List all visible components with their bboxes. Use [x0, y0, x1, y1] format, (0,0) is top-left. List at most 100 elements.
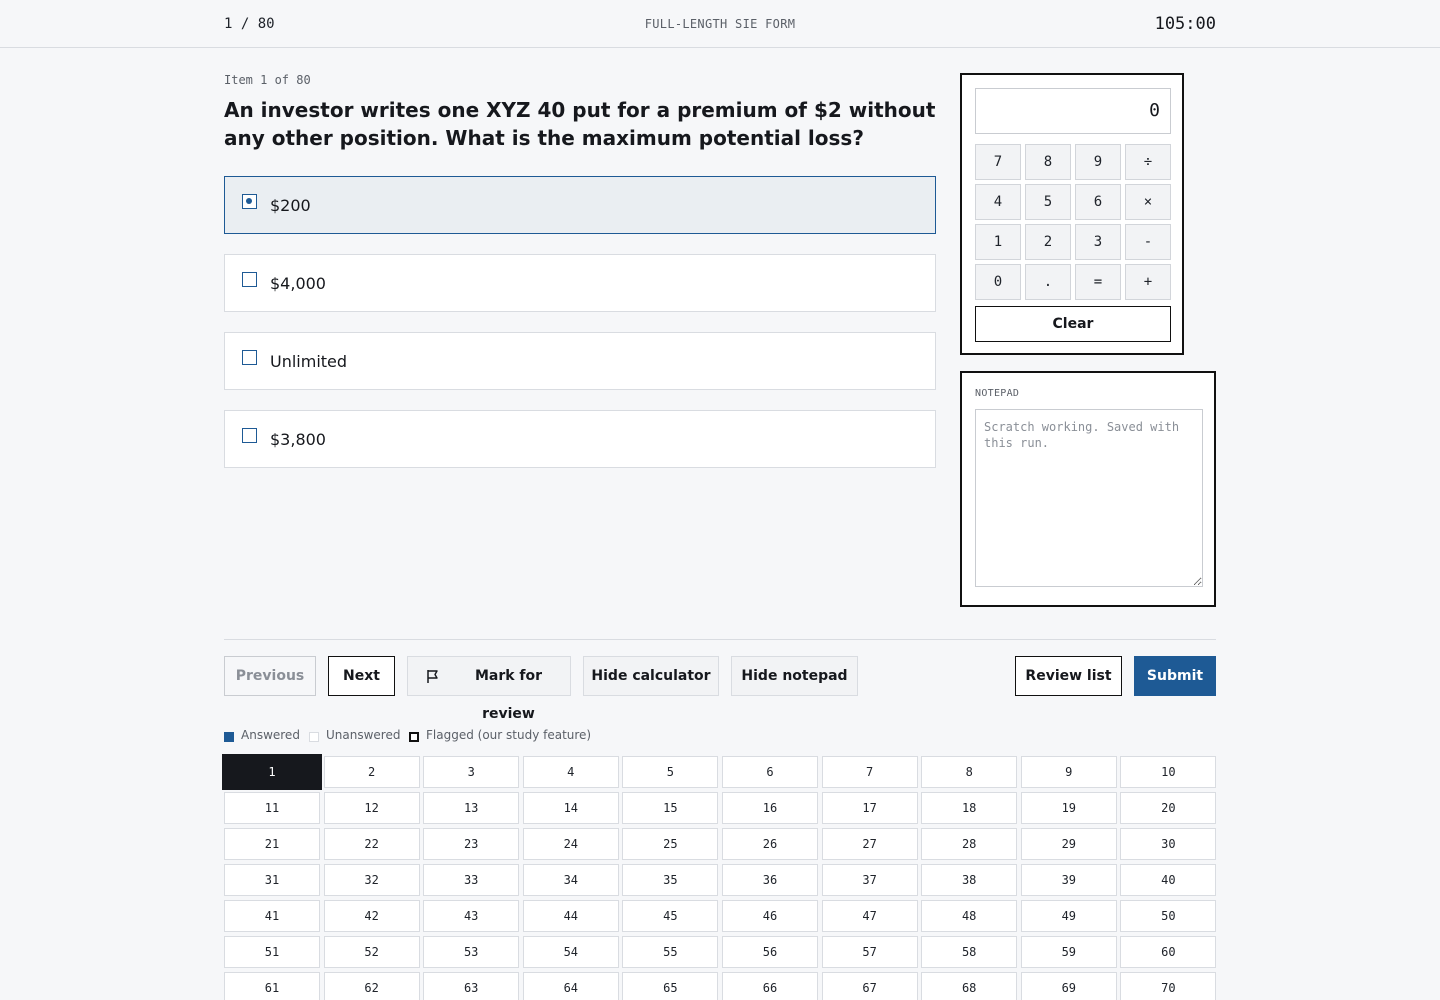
- navigator-cell[interactable]: 33: [423, 864, 520, 896]
- navigator-cell[interactable]: 10: [1120, 756, 1217, 788]
- option-radio[interactable]: [242, 428, 257, 443]
- navigator-cell[interactable]: 4: [522, 756, 619, 788]
- mark-for-review-button[interactable]: Mark for review: [407, 656, 571, 722]
- navigator-cell[interactable]: 25: [622, 828, 719, 860]
- navigator-cell[interactable]: 47: [821, 900, 918, 932]
- navigator-cell[interactable]: 57: [821, 936, 918, 968]
- navigator-cell[interactable]: 67: [821, 972, 918, 1000]
- option-radio[interactable]: [242, 350, 257, 365]
- navigator-cell[interactable]: 48: [921, 900, 1018, 932]
- navigator-cell[interactable]: 39: [1020, 864, 1117, 896]
- navigator-cell[interactable]: 1: [222, 754, 322, 790]
- navigator-cell[interactable]: 28: [921, 828, 1018, 860]
- navigator-cell[interactable]: 23: [423, 828, 520, 860]
- navigator-cell[interactable]: 64: [522, 972, 619, 1000]
- navigator-cell[interactable]: 62: [323, 972, 420, 1000]
- navigator-cell[interactable]: 15: [622, 792, 719, 824]
- navigator-cell[interactable]: 58: [921, 936, 1018, 968]
- calculator-key[interactable]: 0: [975, 264, 1021, 300]
- navigator-cell[interactable]: 63: [423, 972, 520, 1000]
- navigator-cell[interactable]: 22: [323, 828, 420, 860]
- navigator-cell[interactable]: 42: [323, 900, 420, 932]
- navigator-cell[interactable]: 56: [722, 936, 818, 968]
- notepad-textarea[interactable]: [975, 409, 1203, 587]
- navigator-cell[interactable]: 45: [622, 900, 719, 932]
- navigator-cell[interactable]: 26: [722, 828, 818, 860]
- navigator-cell[interactable]: 51: [224, 936, 320, 968]
- calculator-key[interactable]: .: [1025, 264, 1071, 300]
- calculator-key[interactable]: 9: [1075, 144, 1121, 180]
- navigator-cell[interactable]: 37: [821, 864, 918, 896]
- navigator-cell[interactable]: 19: [1020, 792, 1117, 824]
- navigator-cell[interactable]: 46: [722, 900, 818, 932]
- navigator-cell[interactable]: 61: [224, 972, 320, 1000]
- navigator-cell[interactable]: 53: [423, 936, 520, 968]
- calculator-key[interactable]: 4: [975, 184, 1021, 220]
- navigator-cell[interactable]: 50: [1120, 900, 1217, 932]
- calculator-key[interactable]: 1: [975, 224, 1021, 260]
- navigator-cell[interactable]: 70: [1120, 972, 1217, 1000]
- navigator-cell[interactable]: 9: [1020, 756, 1117, 788]
- navigator-cell[interactable]: 31: [224, 864, 320, 896]
- calculator-key[interactable]: =: [1075, 264, 1121, 300]
- navigator-cell[interactable]: 52: [323, 936, 420, 968]
- calculator-key[interactable]: 3: [1075, 224, 1121, 260]
- navigator-cell[interactable]: 36: [722, 864, 818, 896]
- navigator-cell[interactable]: 5: [622, 756, 719, 788]
- navigator-cell[interactable]: 24: [522, 828, 619, 860]
- navigator-cell[interactable]: 38: [921, 864, 1018, 896]
- navigator-cell[interactable]: 16: [722, 792, 818, 824]
- navigator-cell[interactable]: 7: [821, 756, 918, 788]
- navigator-cell[interactable]: 69: [1020, 972, 1117, 1000]
- navigator-cell[interactable]: 12: [323, 792, 420, 824]
- navigator-cell[interactable]: 54: [522, 936, 619, 968]
- navigator-cell[interactable]: 65: [622, 972, 719, 1000]
- navigator-cell[interactable]: 11: [224, 792, 320, 824]
- navigator-cell[interactable]: 18: [921, 792, 1018, 824]
- calculator-key[interactable]: ÷: [1125, 144, 1171, 180]
- navigator-cell[interactable]: 68: [921, 972, 1018, 1000]
- navigator-cell[interactable]: 14: [522, 792, 619, 824]
- hide-notepad-button[interactable]: Hide notepad: [731, 656, 858, 696]
- navigator-cell[interactable]: 8: [921, 756, 1018, 788]
- calculator-key[interactable]: 6: [1075, 184, 1121, 220]
- navigator-cell[interactable]: 43: [423, 900, 520, 932]
- navigator-cell[interactable]: 6: [722, 756, 818, 788]
- navigator-cell[interactable]: 40: [1120, 864, 1217, 896]
- navigator-cell[interactable]: 13: [423, 792, 520, 824]
- calculator-key[interactable]: ×: [1125, 184, 1171, 220]
- navigator-cell[interactable]: 32: [323, 864, 420, 896]
- navigator-cell[interactable]: 49: [1020, 900, 1117, 932]
- calculator-clear-button[interactable]: Clear: [975, 306, 1171, 342]
- calculator-key[interactable]: 5: [1025, 184, 1071, 220]
- review-list-button[interactable]: Review list: [1015, 656, 1122, 696]
- previous-button[interactable]: Previous: [224, 656, 316, 696]
- navigator-cell[interactable]: 55: [622, 936, 719, 968]
- navigator-cell[interactable]: 59: [1020, 936, 1117, 968]
- navigator-cell[interactable]: 2: [323, 756, 420, 788]
- navigator-cell[interactable]: 60: [1120, 936, 1217, 968]
- answer-option[interactable]: Unlimited: [224, 332, 936, 390]
- navigator-cell[interactable]: 66: [722, 972, 818, 1000]
- navigator-cell[interactable]: 21: [224, 828, 320, 860]
- navigator-cell[interactable]: 41: [224, 900, 320, 932]
- navigator-cell[interactable]: 29: [1020, 828, 1117, 860]
- calculator-key[interactable]: 7: [975, 144, 1021, 180]
- calculator-key[interactable]: 2: [1025, 224, 1071, 260]
- navigator-cell[interactable]: 27: [821, 828, 918, 860]
- submit-button[interactable]: Submit: [1134, 656, 1216, 696]
- answer-option[interactable]: $4,000: [224, 254, 936, 312]
- answer-option[interactable]: $200: [224, 176, 936, 234]
- navigator-cell[interactable]: 17: [821, 792, 918, 824]
- navigator-cell[interactable]: 20: [1120, 792, 1217, 824]
- calculator-key[interactable]: 8: [1025, 144, 1071, 180]
- navigator-cell[interactable]: 30: [1120, 828, 1217, 860]
- navigator-cell[interactable]: 34: [522, 864, 619, 896]
- next-button[interactable]: Next: [328, 656, 395, 696]
- answer-option[interactable]: $3,800: [224, 410, 936, 468]
- navigator-cell[interactable]: 3: [423, 756, 520, 788]
- navigator-cell[interactable]: 35: [622, 864, 719, 896]
- calculator-key[interactable]: +: [1125, 264, 1171, 300]
- option-radio[interactable]: [242, 272, 257, 287]
- option-radio[interactable]: [242, 194, 257, 209]
